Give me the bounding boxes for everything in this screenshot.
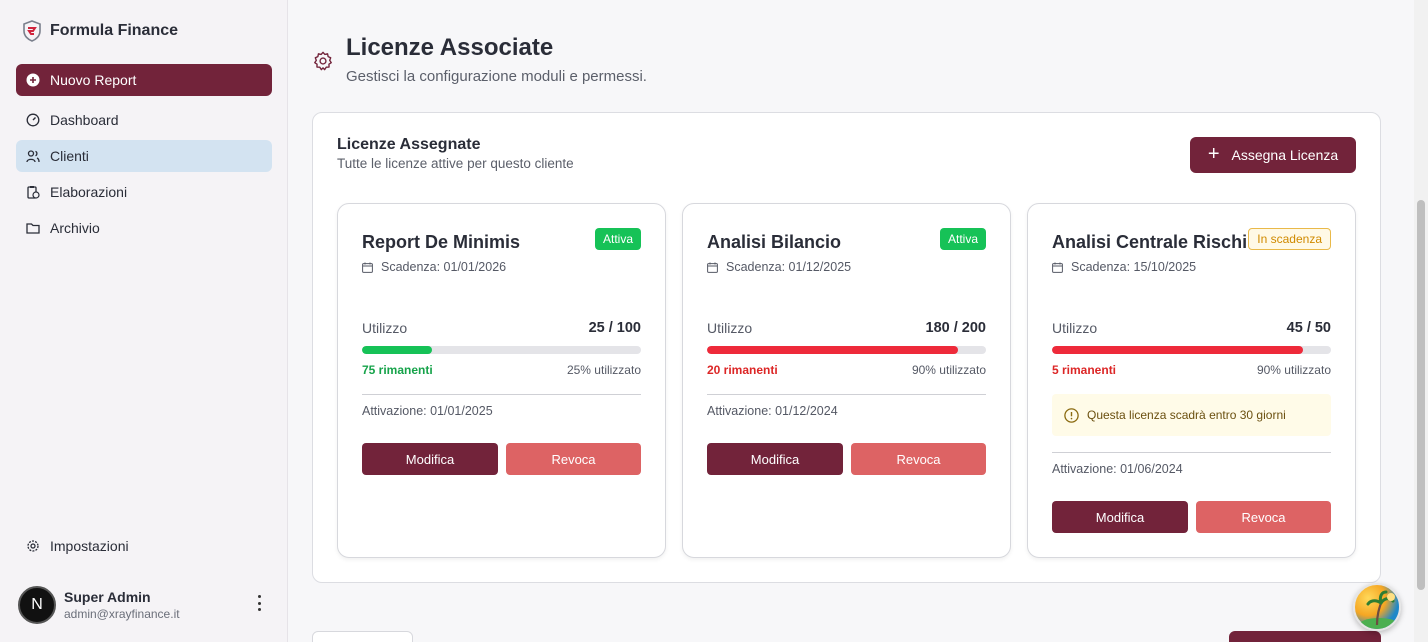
license-card: Analisi Bilancio Attiva Scadenza: 01/12/… bbox=[682, 203, 1011, 558]
usage-progress-bar bbox=[1052, 346, 1331, 354]
alert-circle-icon bbox=[1064, 407, 1079, 423]
license-card: Analisi Centrale Rischi In scadenza Scad… bbox=[1027, 203, 1356, 558]
page-title: Licenze Associate bbox=[346, 34, 554, 61]
usage-progress-bar bbox=[362, 346, 641, 354]
assign-license-button[interactable]: + Assegna Licenza bbox=[1190, 137, 1356, 173]
sidebar-item-label: Nuovo Report bbox=[50, 72, 137, 88]
sidebar-item-clienti[interactable]: Clienti bbox=[16, 140, 272, 172]
license-title: Analisi Centrale Rischi bbox=[1052, 232, 1248, 252]
sidebar-item-label: Impostazioni bbox=[50, 538, 129, 554]
page-subtitle: Gestisci la configurazione moduli e perm… bbox=[346, 68, 647, 85]
user-profile[interactable]: N Super Admin admin@xrayfinance.it bbox=[18, 585, 272, 625]
calendar-icon bbox=[1052, 262, 1063, 273]
edit-button[interactable]: Modifica bbox=[1052, 501, 1188, 533]
warning-text: Questa licenza scadrà entro 30 giorni bbox=[1087, 408, 1286, 422]
status-badge: Attiva bbox=[939, 228, 986, 250]
licenses-panel: Licenze Assegnate Tutte le licenze attiv… bbox=[312, 112, 1381, 583]
panel-title: Licenze Assegnate bbox=[337, 136, 481, 153]
divider bbox=[707, 394, 986, 395]
sidebar-item-label: Archivio bbox=[50, 220, 100, 236]
expiry-date: Scadenza: 15/10/2025 bbox=[1052, 260, 1196, 274]
sidebar-item-label: Elaborazioni bbox=[50, 184, 128, 200]
edit-button[interactable]: Modifica bbox=[707, 443, 843, 475]
calendar-icon bbox=[362, 262, 373, 273]
plus-circle-icon bbox=[26, 73, 40, 87]
usage-label: Utilizzo bbox=[707, 320, 753, 336]
remaining-count: 5 rimanenti bbox=[1052, 363, 1117, 377]
remaining-count: 20 rimanenti bbox=[707, 363, 778, 377]
usage-count: 180 / 200 bbox=[925, 320, 986, 336]
usage-count: 45 / 50 bbox=[1286, 320, 1331, 336]
plus-icon: + bbox=[1207, 143, 1220, 165]
revoke-button[interactable]: Revoca bbox=[506, 443, 641, 475]
expiry-warning: Questa licenza scadrà entro 30 giorni bbox=[1052, 394, 1331, 436]
gear-icon bbox=[27, 540, 39, 552]
sidebar-item-archivio[interactable]: Archivio bbox=[16, 212, 272, 244]
divider bbox=[1052, 452, 1331, 453]
usage-label: Utilizzo bbox=[1052, 320, 1098, 336]
usage-progress-fill bbox=[1052, 346, 1304, 354]
license-card: Report De Minimis Attiva Scadenza: 01/01… bbox=[337, 203, 666, 558]
usage-progress-fill bbox=[362, 346, 432, 354]
activation-date: Attivazione: 01/12/2024 bbox=[707, 404, 838, 418]
activation-date: Attivazione: 01/06/2024 bbox=[1052, 462, 1183, 476]
revoke-button[interactable]: Revoca bbox=[851, 443, 986, 475]
secondary-button-partial[interactable] bbox=[312, 631, 413, 642]
license-title: Report De Minimis bbox=[362, 232, 521, 252]
divider bbox=[362, 394, 641, 395]
user-email: admin@xrayfinance.it bbox=[64, 607, 180, 621]
used-percentage: 25% utilizzato bbox=[566, 363, 641, 377]
gear-icon bbox=[314, 51, 332, 71]
usage-count: 25 / 100 bbox=[588, 320, 641, 336]
palm-island-icon bbox=[1359, 590, 1399, 629]
page-header: Licenze Associate Gestisci la configuraz… bbox=[312, 34, 647, 85]
used-percentage: 90% utilizzato bbox=[911, 363, 986, 377]
activation-date: Attivazione: 01/01/2025 bbox=[362, 404, 493, 418]
expiry-text: Scadenza: 15/10/2025 bbox=[1071, 260, 1197, 274]
expiry-date: Scadenza: 01/12/2025 bbox=[707, 260, 851, 274]
sidebar-item-label: Clienti bbox=[50, 148, 89, 164]
sidebar-item-elaborazioni[interactable]: Elaborazioni bbox=[16, 176, 272, 208]
remaining-count: 75 rimanenti bbox=[362, 363, 433, 377]
shield-logo-icon bbox=[23, 20, 41, 42]
status-badge: Attiva bbox=[594, 228, 641, 250]
used-percentage: 90% utilizzato bbox=[1256, 363, 1331, 377]
assistant-avatar-icon[interactable] bbox=[1353, 583, 1401, 631]
usage-progress-bar bbox=[707, 346, 986, 354]
scrollbar-thumb[interactable] bbox=[1417, 200, 1425, 590]
sidebar-item-dashboard[interactable]: Dashboard bbox=[16, 104, 272, 136]
brand-name: Formula Finance bbox=[50, 22, 179, 39]
sidebar-item-impostazioni[interactable]: Impostazioni bbox=[16, 530, 272, 562]
folder-icon bbox=[26, 223, 40, 234]
usage-progress-fill bbox=[707, 346, 959, 354]
expiry-text: Scadenza: 01/01/2026 bbox=[381, 260, 507, 274]
sidebar: Formula Finance Nuovo Report Dashboard C… bbox=[0, 0, 288, 642]
clipboard-clock-icon bbox=[27, 186, 40, 199]
expiry-date: Scadenza: 01/01/2026 bbox=[362, 260, 506, 274]
assign-license-label: Assegna Licenza bbox=[1231, 147, 1339, 163]
panel-subtitle: Tutte le licenze attive per questo clien… bbox=[337, 156, 574, 171]
edit-button[interactable]: Modifica bbox=[362, 443, 498, 475]
revoke-button[interactable]: Revoca bbox=[1196, 501, 1331, 533]
expiry-text: Scadenza: 01/12/2025 bbox=[726, 260, 852, 274]
calendar-icon bbox=[707, 262, 718, 273]
primary-button-partial[interactable] bbox=[1229, 631, 1381, 642]
license-title: Analisi Bilancio bbox=[707, 232, 842, 252]
users-icon bbox=[26, 150, 40, 163]
avatar: N bbox=[18, 586, 56, 624]
more-vertical-icon[interactable] bbox=[256, 595, 262, 611]
usage-label: Utilizzo bbox=[362, 320, 408, 336]
sidebar-item-label: Dashboard bbox=[50, 112, 119, 128]
brand[interactable]: Formula Finance bbox=[22, 20, 178, 42]
status-badge: In scadenza bbox=[1248, 228, 1331, 250]
gauge-icon bbox=[26, 113, 40, 127]
user-name: Super Admin bbox=[64, 589, 151, 605]
sidebar-item-nuovo-report[interactable]: Nuovo Report bbox=[16, 64, 272, 96]
